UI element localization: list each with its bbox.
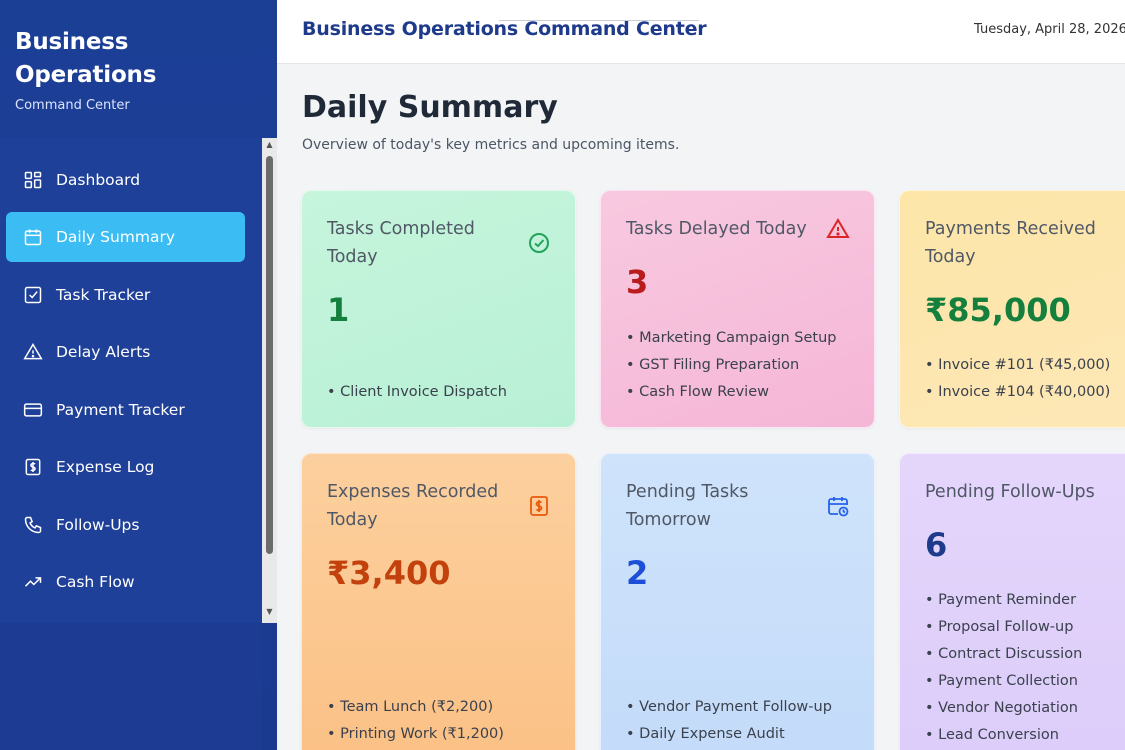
sidebar-item-dashboard[interactable]: Dashboard [6,155,245,205]
list-item: Printing Work (₹1,200) [327,721,504,748]
card-value: ₹3,400 [327,554,451,592]
card-value: ₹85,000 [925,291,1071,329]
card-list: Invoice #101 (₹45,000) Invoice #104 (₹40… [925,352,1110,406]
top-header: Business Operations Command Center Tuesd… [277,0,1125,64]
list-item: Vendor Payment Follow-up [626,694,832,721]
list-item: Client Invoice Dispatch [327,379,507,406]
calendar-clock-icon [826,494,850,518]
list-item: Cash Flow Review [626,379,837,406]
scroll-thumb[interactable] [266,156,273,554]
sidebar-scrollbar[interactable]: ▲ ▼ [262,138,277,623]
card-tasks-completed: Tasks Completed Today 1 Client Invoice D… [301,190,576,428]
dollar-icon [23,457,43,477]
sidebar-item-task-tracker[interactable]: Task Tracker [6,270,245,320]
main-content: Daily Summary Overview of today's key me… [277,64,1125,750]
sidebar-item-label: Task Tracker [56,286,151,304]
sidebar-item-label: Payment Tracker [56,401,185,419]
sidebar-nav: Dashboard Daily Summary Task Tracker Del… [0,138,262,623]
sidebar-item-label: Expense Log [56,458,155,476]
card-list: Client Invoice Dispatch [327,379,507,406]
sidebar: Business Operations Command Center Dashb… [0,0,277,750]
warning-icon [826,217,850,241]
trend-icon [23,572,43,592]
card-list: Vendor Payment Follow-up Daily Expense A… [626,694,832,748]
sidebar-footer [0,623,262,750]
brand-subtitle: Command Center [15,98,130,113]
card-title: Payments Received Today [925,219,1096,267]
card-pending-tasks: Pending Tasks Tomorrow 2 Vendor Payment … [600,453,875,750]
list-item: GST Filing Preparation [626,352,837,379]
page-subtitle: Overview of today's key metrics and upco… [302,137,680,153]
list-item: Marketing Campaign Setup [626,325,836,352]
check-circle-icon [527,231,551,255]
card-value: 2 [626,554,649,592]
card-title: Expenses Recorded Today [327,482,499,530]
warning-icon [23,342,43,362]
sidebar-item-label: Follow-Ups [56,516,140,534]
header-title: Business Operations Command Center [302,18,707,40]
list-item: Daily Expense Audit [626,721,832,748]
card-pending-follow-ups: Pending Follow-Ups 6 Payment Reminder Pr… [899,453,1125,750]
card-list: Marketing Campaign Setup GST Filing Prep… [626,325,837,406]
card-icon [23,400,43,420]
card-list: Payment Reminder Proposal Follow-up Cont… [925,587,1082,749]
phone-icon [23,515,43,535]
card-value: 6 [925,526,948,564]
sidebar-item-label: Daily Summary [56,228,176,246]
list-item: Proposal Follow-up [925,614,1082,641]
page-title: Daily Summary [302,90,558,125]
dollar-icon [527,494,551,518]
checkbox-icon [23,285,43,305]
list-item: Invoice #101 (₹45,000) [925,352,1110,379]
brand-title: Business Operations [15,29,157,88]
card-title: Tasks Delayed Today [626,219,807,239]
card-tasks-delayed: Tasks Delayed Today 3 Marketing Campaign… [600,190,875,428]
sidebar-item-daily-summary[interactable]: Daily Summary [6,212,245,262]
card-value: 3 [626,263,649,301]
sidebar-item-payment-tracker[interactable]: Payment Tracker [6,385,245,435]
card-value: 1 [327,291,350,329]
grid-icon [23,170,43,190]
sidebar-item-delay-alerts[interactable]: Delay Alerts [6,327,245,377]
sidebar-item-label: Delay Alerts [56,343,151,361]
scroll-down-icon[interactable]: ▼ [262,605,277,619]
app-window: Business Operations Command Center Dashb… [0,0,1125,750]
scroll-up-icon[interactable]: ▲ [262,138,277,152]
sidebar-item-expense-log[interactable]: Expense Log [6,442,245,492]
sidebar-item-label: Dashboard [56,171,141,189]
card-payments-received: Payments Received Today ₹85,000 Invoice … [899,190,1125,428]
sidebar-item-follow-ups[interactable]: Follow-Ups [6,500,245,550]
header-date: Tuesday, April 28, 2026 [974,22,1125,37]
list-item: Payment Reminder [925,587,1082,614]
sidebar-item-label: Cash Flow [56,573,135,591]
brand: Business Operations Command Center [15,26,215,113]
card-list: Team Lunch (₹2,200) Printing Work (₹1,20… [327,694,504,748]
list-item: Contract Discussion [925,641,1082,668]
list-item: Payment Collection [925,668,1082,695]
calendar-icon [23,227,43,247]
list-item: Invoice #104 (₹40,000) [925,379,1110,406]
card-expenses-recorded: Expenses Recorded Today ₹3,400 Team Lunc… [301,453,576,750]
list-item: Lead Conversion [925,722,1082,749]
card-title: Pending Tasks Tomorrow [626,482,749,530]
card-title: Tasks Completed Today [327,219,475,267]
sidebar-item-cash-flow[interactable]: Cash Flow [6,557,245,607]
list-item: Vendor Negotiation [925,695,1082,722]
card-title: Pending Follow-Ups [925,482,1095,502]
list-item: Team Lunch (₹2,200) [327,694,504,721]
